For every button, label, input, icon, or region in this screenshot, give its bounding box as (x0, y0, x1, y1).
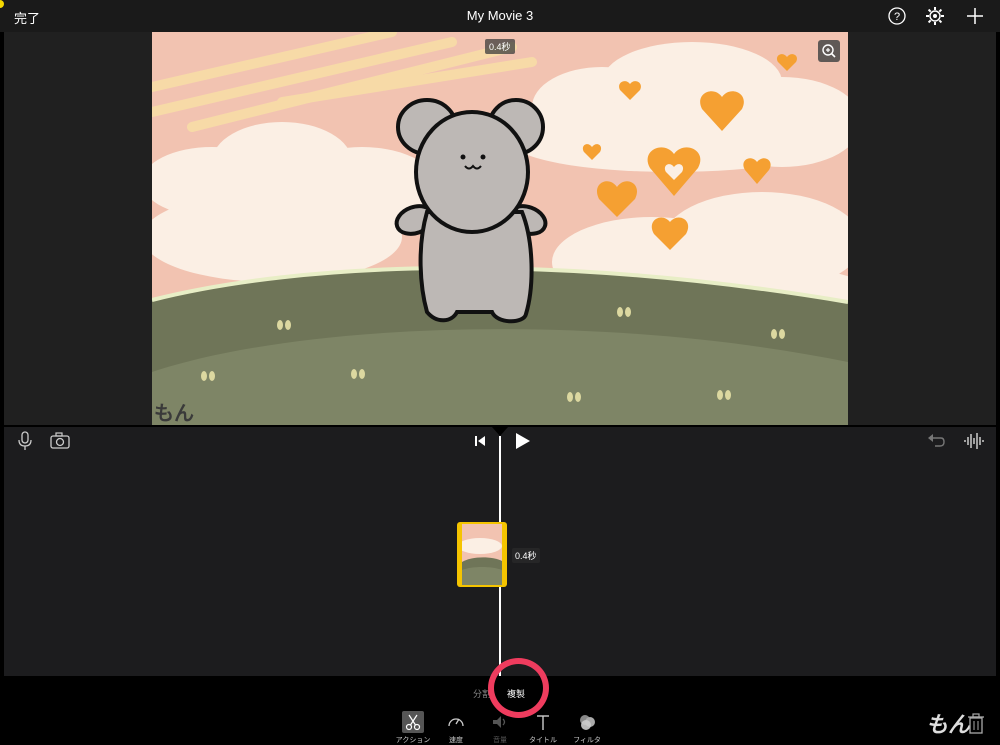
filter-icon (580, 715, 595, 730)
trash-icon[interactable] (967, 712, 985, 734)
timeline-clip[interactable] (457, 522, 507, 587)
gear-icon[interactable] (925, 6, 945, 26)
video-preview[interactable]: もん (152, 32, 848, 425)
tool-speed[interactable]: 速度 (432, 711, 480, 744)
title-T-icon (537, 715, 549, 730)
playhead-marker (492, 427, 508, 436)
svg-text:もん: もん (154, 401, 194, 425)
tool-volume[interactable]: 音量 (476, 711, 524, 744)
clip-duration-badge: 0.4秒 (485, 39, 515, 54)
speaker-icon (493, 716, 506, 728)
microphone-icon[interactable] (14, 430, 36, 452)
help-icon[interactable]: ? (887, 6, 907, 26)
plus-icon[interactable] (965, 6, 985, 26)
waveform-icon[interactable] (963, 430, 985, 452)
project-title: My Movie 3 (466, 8, 534, 23)
clip-duration-label: 0.4秒 (512, 548, 540, 563)
tool-action[interactable]: アクション (389, 711, 437, 744)
skip-to-start-icon[interactable] (470, 430, 492, 452)
scissors-icon (405, 714, 421, 731)
clip-thumbnail (462, 524, 502, 585)
speedometer-icon (448, 718, 464, 727)
undo-icon[interactable] (925, 430, 947, 452)
tool-title[interactable]: タイトル (519, 711, 567, 744)
svg-text:?: ? (894, 11, 900, 23)
camera-icon[interactable] (49, 430, 71, 452)
play-icon[interactable] (512, 430, 534, 452)
watermark: もん (926, 712, 971, 737)
zoom-icon[interactable] (818, 40, 840, 62)
highlight-circle (488, 658, 549, 718)
tool-filter[interactable]: フィルタ (563, 711, 611, 744)
